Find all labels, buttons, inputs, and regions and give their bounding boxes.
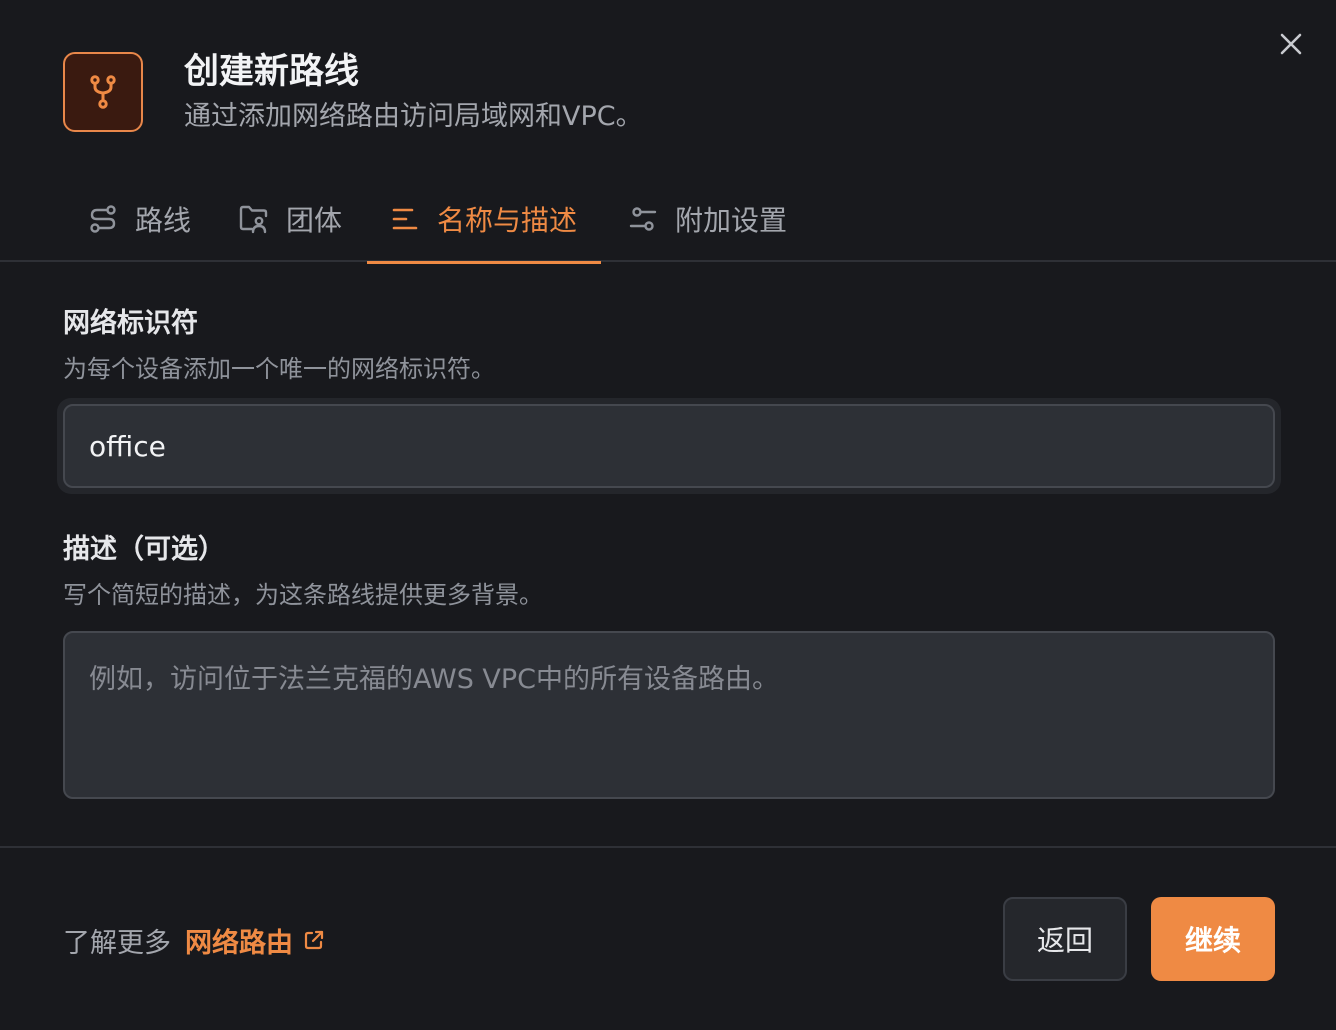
learn-more-prefix: 了解更多 [63,927,171,959]
dialog-title: 创建新路线 [184,52,360,92]
learn-more-link-label: 网络路由 [185,927,293,959]
dialog-header: 创建新路线 通过添加网络路由访问局域网和VPC。 [63,52,1336,132]
continue-button[interactable]: 继续 [1151,897,1275,981]
route-icon [87,203,119,235]
folder-group-icon [238,203,270,235]
description-label: 描述（可选） [63,534,225,565]
close-icon [1280,33,1302,55]
create-route-dialog: 创建新路线 通过添加网络路由访问局域网和VPC。 路线 团体 名称与描述 附加设… [0,0,1336,1030]
tab-routes[interactable]: 路线 [87,176,191,262]
tab-additional-settings[interactable]: 附加设置 [627,176,787,262]
tab-label: 名称与描述 [437,204,578,237]
tab-groups[interactable]: 团体 [238,176,342,262]
external-link-icon [303,929,325,951]
network-routes-link[interactable]: 网络路由 [185,921,325,960]
tab-bar: 路线 团体 名称与描述 附加设置 [0,176,1336,264]
network-identifier-input[interactable] [63,404,1275,488]
route-fork-icon [63,52,143,132]
footer-divider [0,846,1336,848]
description-textarea[interactable] [63,631,1275,799]
settings-sliders-icon [627,203,659,235]
close-button[interactable] [1273,26,1309,62]
description-help: 写个简短的描述，为这条路线提供更多背景。 [63,581,543,609]
learn-more: 了解更多 网络路由 [63,920,325,960]
identifier-focus-ring [57,398,1281,494]
tab-label: 团体 [286,204,343,237]
back-button[interactable]: 返回 [1003,897,1127,981]
tab-label: 路线 [135,204,192,237]
identifier-label: 网络标识符 [63,308,198,339]
dialog-subtitle: 通过添加网络路由访问局域网和VPC。 [184,101,643,132]
tab-label: 附加设置 [675,204,788,237]
tab-name-description[interactable]: 名称与描述 [366,176,602,264]
text-lines-icon [389,203,421,235]
identifier-help: 为每个设备添加一个唯一的网络标识符。 [63,355,495,383]
